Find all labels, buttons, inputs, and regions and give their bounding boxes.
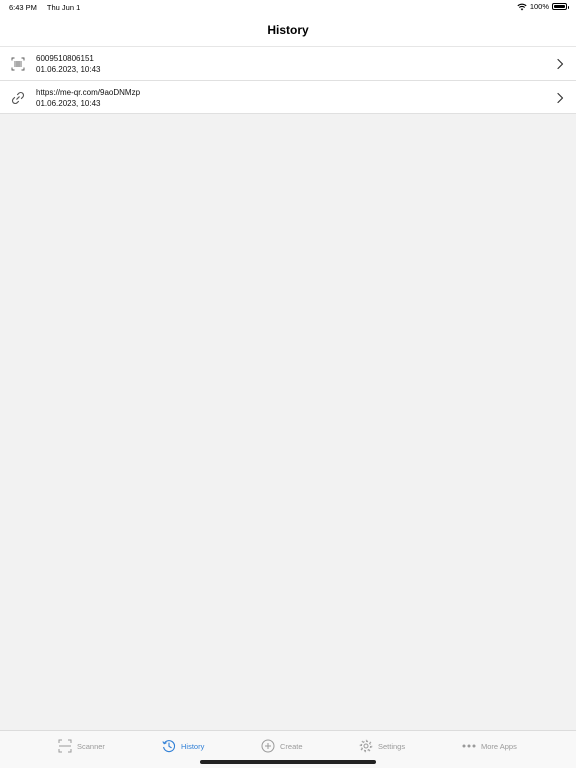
- page-title: History: [267, 23, 309, 37]
- plus-circle-icon: [261, 739, 275, 753]
- history-icon: [162, 740, 176, 753]
- history-list: 6009510806151 01.06.2023, 10:43 https://…: [0, 46, 576, 114]
- tab-scanner[interactable]: Scanner: [58, 739, 105, 753]
- wifi-icon: [517, 3, 527, 10]
- scanner-icon: [58, 739, 72, 753]
- status-right: 100%: [517, 2, 569, 11]
- status-date: Thu Jun 1: [46, 3, 81, 12]
- chevron-right-icon: [557, 58, 564, 70]
- status-bar: 6:43 PM Thu Jun 1 100%: [0, 0, 576, 14]
- tab-label: Create: [280, 741, 303, 751]
- gear-icon: [359, 739, 373, 753]
- tab-label: Settings: [378, 741, 406, 751]
- status-time: 6:43 PM: [9, 3, 37, 12]
- status-left: 6:43 PM Thu Jun 1: [9, 3, 88, 12]
- history-item-text: https://me-qr.com/9aoDNMzp 01.06.2023, 1…: [36, 87, 140, 109]
- history-item-timestamp: 01.06.2023, 10:43: [36, 65, 101, 74]
- history-item-timestamp: 01.06.2023, 10:43: [36, 99, 101, 108]
- home-indicator: [200, 760, 376, 764]
- history-item-link[interactable]: https://me-qr.com/9aoDNMzp 01.06.2023, 1…: [0, 80, 576, 114]
- nav-bar: History: [0, 14, 576, 46]
- tab-history[interactable]: History: [162, 739, 204, 753]
- history-item-barcode[interactable]: 6009510806151 01.06.2023, 10:43: [0, 46, 576, 80]
- battery-percent: 100%: [529, 2, 549, 11]
- barcode-icon: [11, 57, 25, 71]
- history-item-value: 6009510806151: [36, 54, 94, 63]
- history-item-value: https://me-qr.com/9aoDNMzp: [36, 88, 141, 97]
- history-item-text: 6009510806151 01.06.2023, 10:43: [36, 53, 101, 75]
- battery-icon: [552, 3, 569, 10]
- chevron-right-icon: [557, 92, 564, 104]
- tab-settings[interactable]: Settings: [359, 739, 405, 753]
- link-icon: [11, 91, 25, 105]
- tab-label: Scanner: [77, 741, 105, 751]
- tab-label: History: [181, 741, 205, 751]
- tab-label: More Apps: [481, 741, 517, 751]
- tab-create[interactable]: Create: [261, 739, 303, 753]
- tab-more-apps[interactable]: More Apps: [462, 739, 517, 753]
- ellipsis-icon: [462, 744, 476, 748]
